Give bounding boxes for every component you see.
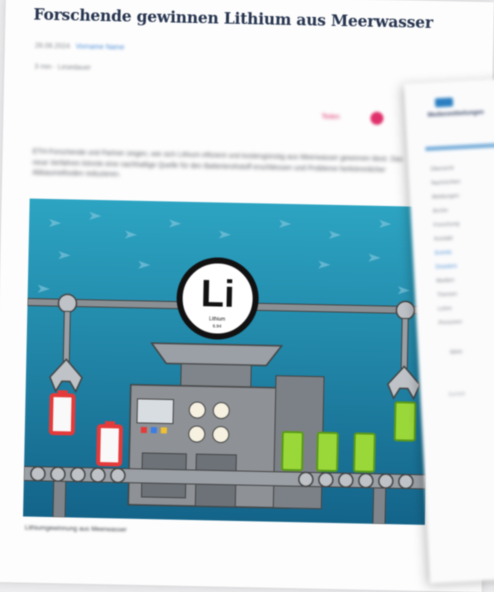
lithium-factory-image: Li Lithium 6.94: [23, 198, 432, 525]
sidebar-brand: Medienmitteilungen: [427, 109, 485, 119]
element-name: Lithium: [209, 316, 225, 322]
hero-illustration: Li Lithium 6.94: [23, 198, 432, 525]
sidebar-back-link[interactable]: Zurück: [448, 391, 465, 398]
image-caption: Lithiumgewinnung aus Meerwasser: [24, 524, 127, 534]
logo-icon: [434, 97, 454, 108]
sidebar-more-link[interactable]: Mehr: [450, 349, 463, 356]
element-mass: 6.94: [213, 323, 222, 328]
article-title: Forschende gewinnen Lithium aus Meerwass…: [33, 4, 434, 32]
sidebar-item[interactable]: Personen: [438, 319, 468, 335]
author-link[interactable]: Vorname Name: [76, 43, 125, 51]
share-label[interactable]: Teilen: [321, 114, 339, 121]
read-time: 3 min · Lesedauer: [34, 63, 91, 72]
article-date: 28.08.2024: [34, 42, 70, 51]
article-lead: ETH-Forschende und Partner zeigen, wie s…: [32, 148, 403, 179]
article-meta: 28.08.2024 Vorname Name: [35, 43, 125, 52]
sidebar-accent-bar: [425, 141, 494, 151]
sidebar-nav: Übersicht Nachrichten Meldungen Archiv F…: [430, 165, 468, 334]
element-symbol: Li: [200, 273, 235, 316]
share-icon[interactable]: [370, 111, 384, 125]
